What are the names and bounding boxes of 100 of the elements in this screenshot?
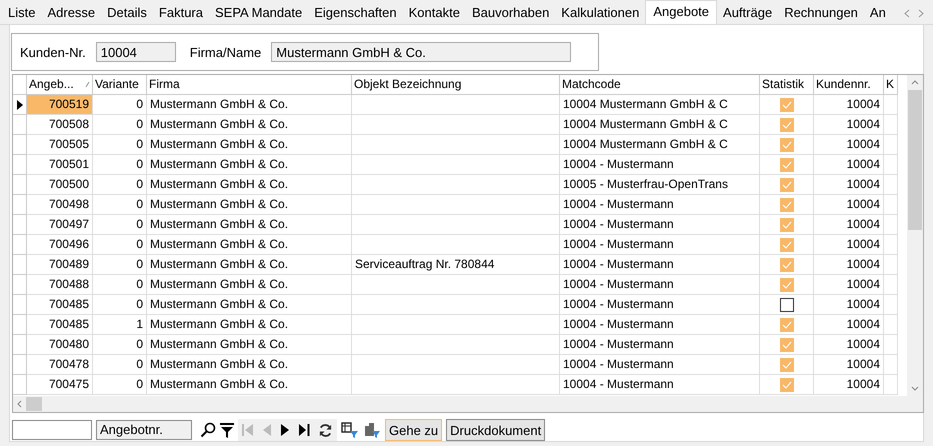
table-cell: 10004 (814, 215, 884, 235)
table-cell: Mustermann GmbH & Co. (147, 255, 352, 275)
table-cell (884, 375, 898, 395)
scroll-up-icon[interactable] (911, 80, 919, 85)
table-cell (884, 115, 898, 135)
table-cell: 0 (93, 95, 147, 115)
table-cell: Mustermann GmbH & Co. (147, 175, 352, 195)
horizontal-scrollbar[interactable] (13, 396, 923, 412)
table-cell: 10004 - Mustermann (560, 275, 760, 295)
tab[interactable]: Kalkulationen (555, 2, 646, 24)
table-cell: 10004 - Mustermann (560, 315, 760, 335)
table-cell: 700475 (27, 375, 93, 395)
column-header[interactable]: Kundennr. (814, 75, 884, 95)
table-cell: 10004 (814, 275, 884, 295)
table-cell: 700498 (27, 195, 93, 215)
table-cell: Mustermann GmbH & Co. (147, 275, 352, 295)
table-cell: 10004 - Mustermann (560, 355, 760, 375)
table-cell: 10004 (814, 295, 884, 315)
filter-table-icon[interactable] (341, 422, 359, 438)
table-cell (884, 295, 898, 315)
scroll-left-icon[interactable] (17, 400, 22, 408)
tab[interactable]: Details (101, 2, 153, 24)
column-header[interactable]: K (884, 75, 898, 95)
previous-record-icon[interactable] (262, 423, 272, 437)
table-cell (884, 135, 898, 155)
vertical-scrollbar[interactable] (907, 75, 923, 396)
table-cell: 0 (93, 155, 147, 175)
table-cell: 0 (93, 115, 147, 135)
tab[interactable]: Adresse (41, 2, 102, 24)
search-icon[interactable] (200, 422, 216, 438)
table-cell: 700489 (27, 255, 93, 275)
scroll-right-icon[interactable] (918, 9, 924, 18)
tab[interactable]: An (864, 2, 892, 24)
column-header[interactable]: Statistik (760, 75, 814, 95)
table-cell: 10004 (814, 175, 884, 195)
checkmark-icon (782, 380, 792, 388)
tab[interactable]: Faktura (152, 2, 209, 24)
tab[interactable]: Rechnungen (778, 2, 864, 24)
statistik-checkbox[interactable] (780, 298, 794, 312)
tab[interactable]: Aufträge (717, 2, 778, 24)
sort-icon (85, 81, 90, 88)
table-cell: 700505 (27, 135, 93, 155)
table-cell: Mustermann GmbH & Co. (147, 155, 352, 175)
refresh-icon[interactable] (318, 422, 333, 438)
table-cell: 0 (93, 375, 147, 395)
scroll-thumb[interactable] (26, 397, 42, 411)
filter-icon[interactable] (220, 422, 234, 438)
table-cell: 10004 (814, 155, 884, 175)
next-record-icon[interactable] (280, 423, 290, 437)
table-cell: 10004 (814, 235, 884, 255)
column-header[interactable]: Matchcode (560, 75, 760, 95)
table-cell: 10004 Mustermann GmbH & C (560, 115, 760, 135)
tab[interactable]: Kontakte (402, 2, 466, 24)
table-cell: 10004 (814, 315, 884, 335)
table-cell: 0 (93, 335, 147, 355)
checkmark-icon (782, 280, 792, 288)
table-cell: 10004 (814, 115, 884, 135)
checkmark-icon (782, 140, 792, 148)
filter-buildings-icon[interactable] (363, 422, 381, 438)
scroll-down-icon[interactable] (911, 386, 919, 391)
table-cell: 10004 - Mustermann (560, 235, 760, 255)
table-cell: 1 (93, 315, 147, 335)
table-cell: Mustermann GmbH & Co. (147, 375, 352, 395)
company-name-field[interactable]: Mustermann GmbH & Co. (271, 42, 572, 62)
tab[interactable]: Bauvorhaben (466, 2, 556, 24)
table-cell: 10004 (814, 255, 884, 275)
checkmark-icon (782, 100, 792, 108)
column-header[interactable]: Firma (147, 75, 352, 95)
tab[interactable]: Angebote (645, 0, 718, 24)
tab[interactable]: Eigenschaften (308, 2, 403, 24)
table-cell: Mustermann GmbH & Co. (147, 95, 352, 115)
table-cell: 10004 (814, 95, 884, 115)
checkmark-icon (782, 160, 792, 168)
first-record-icon[interactable] (242, 423, 254, 437)
print-document-button[interactable]: Druckdokument (446, 419, 546, 441)
scroll-thumb[interactable] (908, 90, 922, 230)
search-input[interactable] (12, 420, 92, 440)
customer-number-field[interactable]: 10004 (96, 42, 176, 62)
table-cell: Mustermann GmbH & Co. (147, 355, 352, 375)
column-header[interactable]: Variante (93, 75, 147, 95)
table-cell (884, 275, 898, 295)
company-name-label: Firma/Name (190, 44, 262, 60)
table-cell (884, 255, 898, 275)
goto-button[interactable]: Gehe zu (385, 419, 442, 441)
checkmark-icon (782, 360, 792, 368)
table-cell: 10004 Mustermann GmbH & C (560, 95, 760, 115)
last-record-icon[interactable] (298, 423, 310, 437)
table-cell: Mustermann GmbH & Co. (147, 235, 352, 255)
checkmark-icon (782, 240, 792, 248)
table-cell (884, 215, 898, 235)
search-column-field[interactable]: Angebotnr. (96, 420, 192, 440)
table-cell: 10004 - Mustermann (560, 295, 760, 315)
table-cell: 700500 (27, 175, 93, 195)
table-cell: 700485 (27, 295, 93, 315)
scroll-left-icon[interactable] (904, 9, 910, 18)
tab[interactable]: Liste (2, 2, 42, 24)
column-header[interactable]: Objekt Bezeichnung (352, 75, 560, 95)
table-cell (884, 175, 898, 195)
table-cell: Mustermann GmbH & Co. (147, 315, 352, 335)
tab[interactable]: SEPA Mandate (209, 2, 308, 24)
